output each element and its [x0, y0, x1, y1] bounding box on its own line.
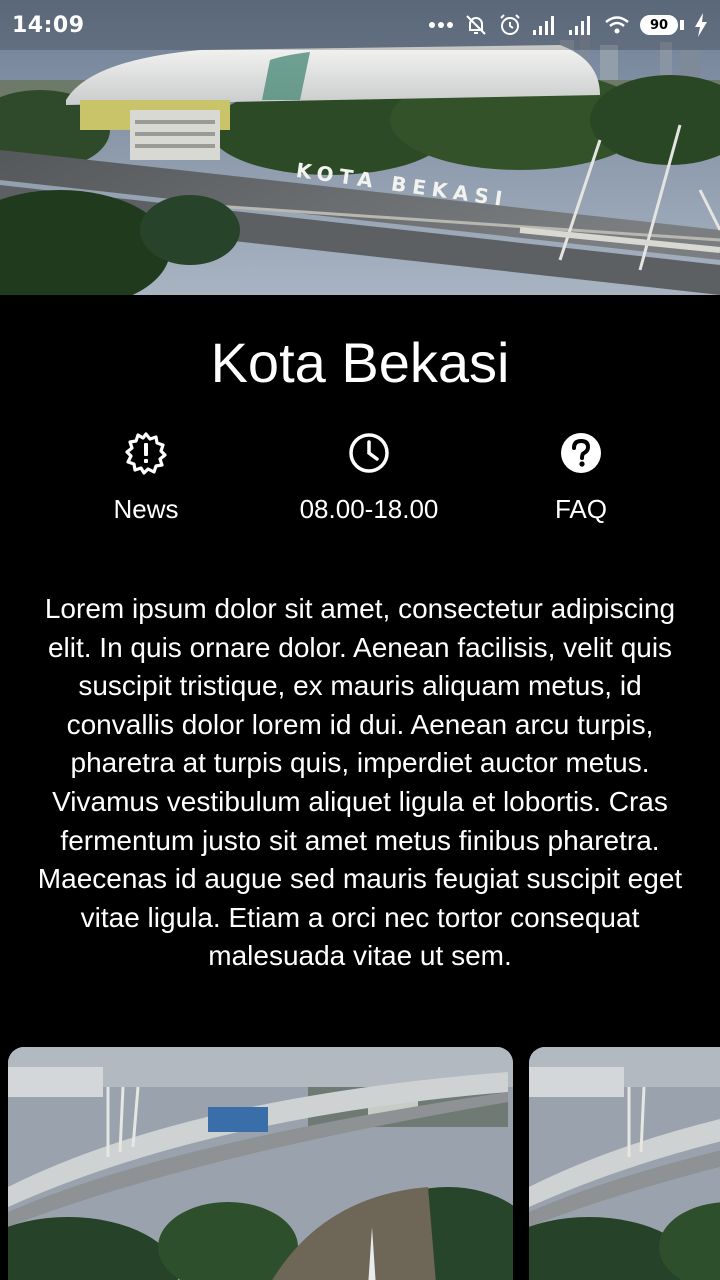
- charging-icon: [694, 13, 708, 37]
- page-title: Kota Bekasi: [210, 331, 510, 394]
- description-text: Lorem ipsum dolor sit amet, consectetur …: [37, 593, 683, 972]
- gallery-card[interactable]: [529, 1047, 720, 1280]
- gallery-card[interactable]: [8, 1047, 513, 1280]
- battery-icon: 90: [640, 15, 684, 35]
- flyover-park-photo: [8, 1047, 513, 1280]
- alert-badge-icon: [124, 432, 168, 475]
- opening-hours-label: 08.00-18.00: [299, 494, 439, 524]
- status-bar: 14:09 90: [0, 0, 720, 50]
- notifications-off-icon: [464, 13, 488, 37]
- faq-button[interactable]: FAQ: [461, 432, 701, 525]
- signal-icon: [532, 14, 558, 36]
- signal-icon: [568, 14, 594, 36]
- info-row: News 08.00-18.00 FAQ: [0, 432, 720, 532]
- clock-icon: [347, 432, 391, 474]
- status-time: 14:09: [12, 12, 85, 38]
- image-gallery[interactable]: [0, 1047, 720, 1280]
- wifi-icon: [604, 14, 630, 36]
- faq-label: FAQ: [554, 494, 607, 524]
- status-icons: 90: [428, 13, 708, 37]
- alarm-icon: [498, 13, 522, 37]
- news-button[interactable]: News: [26, 432, 266, 525]
- battery-level: 90: [640, 15, 678, 35]
- opening-hours: 08.00-18.00: [249, 432, 489, 525]
- news-label: News: [113, 494, 179, 524]
- help-circle-icon: [559, 432, 603, 474]
- flyover-park-photo: [529, 1047, 720, 1280]
- more-dots-icon: [428, 21, 454, 29]
